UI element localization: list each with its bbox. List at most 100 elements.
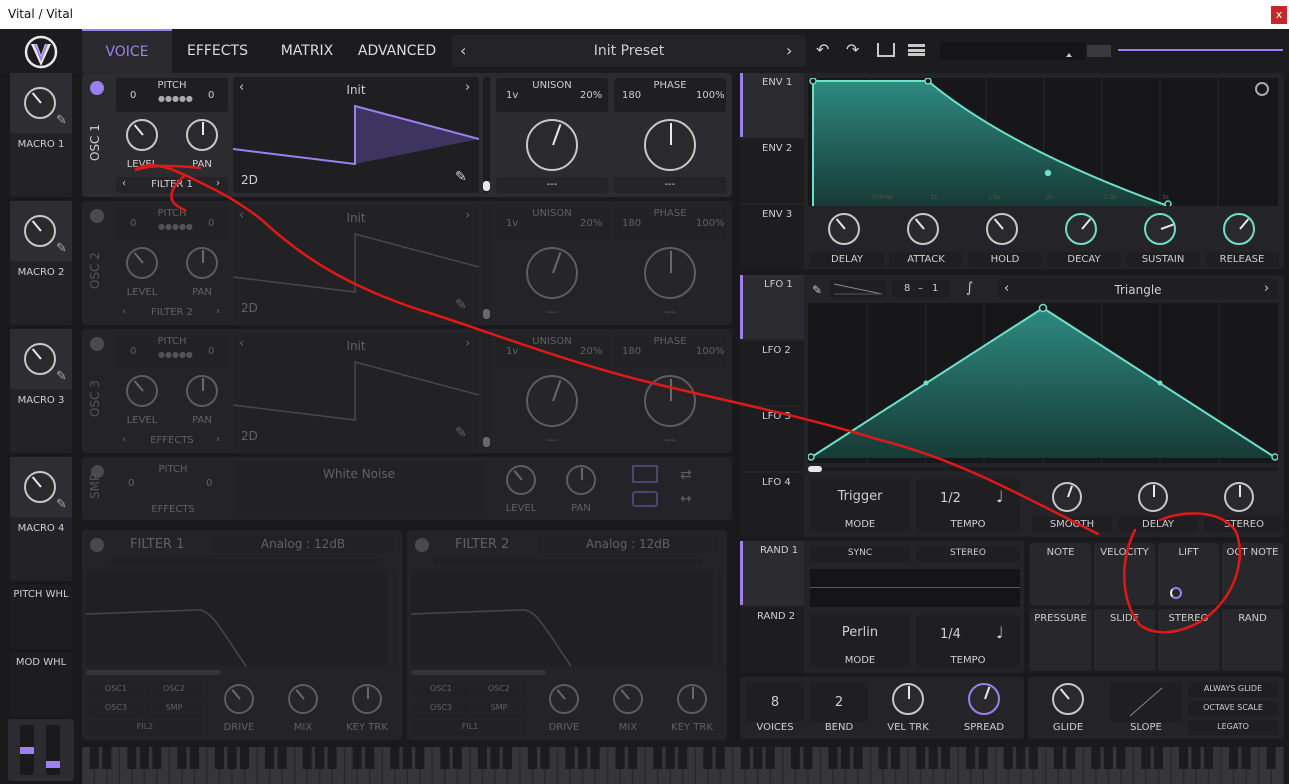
unison-box[interactable]: 1v UNISON 20%	[496, 334, 608, 368]
filter-blend-slider[interactable]	[86, 670, 221, 675]
wavetable-display[interactable]: Init ‹ › 2D ✎	[233, 205, 479, 321]
level-knob[interactable]	[126, 247, 158, 279]
mix-knob[interactable]	[613, 684, 643, 714]
loop-icon[interactable]	[632, 491, 658, 507]
distortion-select[interactable]: ---	[614, 305, 726, 321]
save-icon[interactable]	[877, 43, 895, 57]
filter-response-graph[interactable]	[410, 570, 713, 667]
voices-box[interactable]: 8	[746, 682, 804, 722]
filter-cutoff-slider[interactable]	[433, 559, 703, 564]
tab-env-1[interactable]: ENV 1	[740, 73, 804, 137]
tab-matrix[interactable]: MATRIX	[272, 43, 342, 59]
phase-box[interactable]: 180 PHASE 100%	[614, 334, 726, 368]
glide-knob[interactable]	[1052, 683, 1084, 715]
osc-destination[interactable]: FILTER 2 ‹ ›	[116, 305, 228, 321]
lfo-smooth-icon[interactable]: ∫	[966, 280, 984, 298]
wave-frame-slider[interactable]	[483, 333, 490, 449]
mod-source-rand[interactable]: RAND	[1222, 609, 1283, 671]
mod-source-note[interactable]: NOTE	[1030, 543, 1091, 605]
note-icon[interactable]: ♩	[996, 487, 1004, 506]
pitch-box[interactable]: PITCH 0 0 ●●●●●	[116, 206, 228, 240]
tab-rand-1[interactable]: RAND 1	[740, 541, 804, 605]
legato-button[interactable]: LEGATO	[1188, 720, 1278, 735]
octave-down-slider[interactable]	[20, 725, 34, 775]
filter-route-smp[interactable]: SMP	[146, 701, 202, 717]
tab-effects[interactable]: EFFECTS	[180, 43, 255, 59]
filter-route-osc3[interactable]: OSC3	[88, 701, 144, 717]
filter-response-graph[interactable]	[85, 570, 388, 667]
unison-box[interactable]: 1v UNISON 20%	[496, 78, 608, 112]
keyboard[interactable]	[82, 747, 1284, 784]
tab-lfo-4[interactable]: LFO 4	[740, 473, 804, 537]
mod-source-pressure[interactable]: PRESSURE	[1030, 609, 1091, 671]
octave-controls[interactable]	[8, 719, 74, 781]
unison-stack-select[interactable]: ---	[496, 177, 608, 193]
macro-knob[interactable]	[24, 215, 56, 247]
spread-knob[interactable]	[968, 683, 1000, 715]
sample-display[interactable]: White Noise	[235, 461, 483, 516]
edit-icon[interactable]: ✎	[455, 297, 467, 313]
close-button[interactable]: x	[1271, 6, 1287, 24]
smp-pan-knob[interactable]	[566, 465, 596, 495]
mix-knob[interactable]	[288, 684, 318, 714]
env-sustain-knob[interactable]	[1144, 213, 1176, 245]
env-attack-knob[interactable]	[907, 213, 939, 245]
filter-blend-slider[interactable]	[411, 670, 546, 675]
wave-frame-slider[interactable]	[483, 77, 490, 193]
mod-source-lift[interactable]: LIFT	[1158, 543, 1219, 605]
edit-icon[interactable]: ✎	[56, 369, 67, 384]
slope-display[interactable]	[1110, 682, 1182, 722]
octave-scale-button[interactable]: OCTAVE SCALE	[1188, 701, 1278, 716]
osc-destination[interactable]: EFFECTS ‹ ›	[116, 433, 228, 449]
preset-next-icon[interactable]: ›	[786, 41, 792, 60]
lfo-paint-icon[interactable]: ✎	[812, 283, 826, 297]
env-delay-knob[interactable]	[828, 213, 860, 245]
octave-up-slider[interactable]	[46, 725, 60, 775]
osc-destination[interactable]: FILTER 1 ‹ ›	[116, 177, 228, 193]
edit-icon[interactable]: ✎	[56, 241, 67, 256]
phase-box[interactable]: 180 PHASE 100%	[614, 78, 726, 112]
smp-level-knob[interactable]	[506, 465, 536, 495]
keytrack-icon[interactable]	[632, 465, 658, 483]
random-phase-icon[interactable]: ⇄	[680, 467, 706, 483]
edit-icon[interactable]: ✎	[455, 425, 467, 441]
rand-stereo-button[interactable]: STEREO	[916, 546, 1020, 562]
zoom-icon[interactable]	[1255, 82, 1269, 96]
pitch-wheel[interactable]: PITCH WHL	[10, 585, 72, 649]
vel-trk-knob[interactable]	[892, 683, 924, 715]
filter-model-select[interactable]: Analog : 12dB	[537, 535, 719, 553]
drive-knob[interactable]	[549, 684, 579, 714]
env-hold-knob[interactable]	[986, 213, 1018, 245]
level-knob[interactable]	[126, 119, 158, 151]
filter-resonance-slider[interactable]	[717, 570, 722, 666]
filter-route-smp[interactable]: SMP	[471, 701, 527, 717]
key-trk-knob[interactable]	[352, 684, 382, 714]
tab-rand-2[interactable]: RAND 2	[740, 607, 804, 673]
mod-source-slide[interactable]: SLIDE	[1094, 609, 1155, 671]
phase-knob[interactable]	[644, 375, 696, 427]
always-glide-button[interactable]: ALWAYS GLIDE	[1188, 682, 1278, 697]
distortion-select[interactable]: ---	[614, 433, 726, 449]
tab-advanced[interactable]: ADVANCED	[352, 43, 442, 59]
pan-knob[interactable]	[186, 119, 218, 151]
env-decay-knob[interactable]	[1065, 213, 1097, 245]
unison-knob[interactable]	[526, 375, 578, 427]
tab-env-2[interactable]: ENV 2	[740, 139, 804, 203]
pan-knob[interactable]	[186, 247, 218, 279]
tab-voice[interactable]: VOICE	[82, 29, 172, 73]
key-trk-knob[interactable]	[677, 684, 707, 714]
env-graph[interactable]: 500ms 1s 1.5s 2s 2.5s 3s	[808, 77, 1278, 208]
pitch-box[interactable]: PITCH 0 0 ●●●●●	[116, 334, 228, 368]
unison-knob[interactable]	[526, 119, 578, 171]
edit-icon[interactable]: ✎	[455, 169, 467, 185]
unison-knob[interactable]	[526, 247, 578, 299]
lfo-grid-selector[interactable]: 8 – 1	[892, 280, 950, 298]
preset-selector[interactable]: ‹ Init Preset ›	[452, 35, 806, 67]
mod-wheel[interactable]: MOD WHL	[10, 653, 72, 715]
lfo-phase-slider[interactable]	[808, 466, 1278, 472]
env-release-knob[interactable]	[1223, 213, 1255, 245]
distortion-select[interactable]: ---	[614, 177, 726, 193]
note-icon[interactable]: ♩	[996, 623, 1004, 642]
tab-lfo-3[interactable]: LFO 3	[740, 407, 804, 471]
filter-route-osc3[interactable]: OSC3	[413, 701, 469, 717]
